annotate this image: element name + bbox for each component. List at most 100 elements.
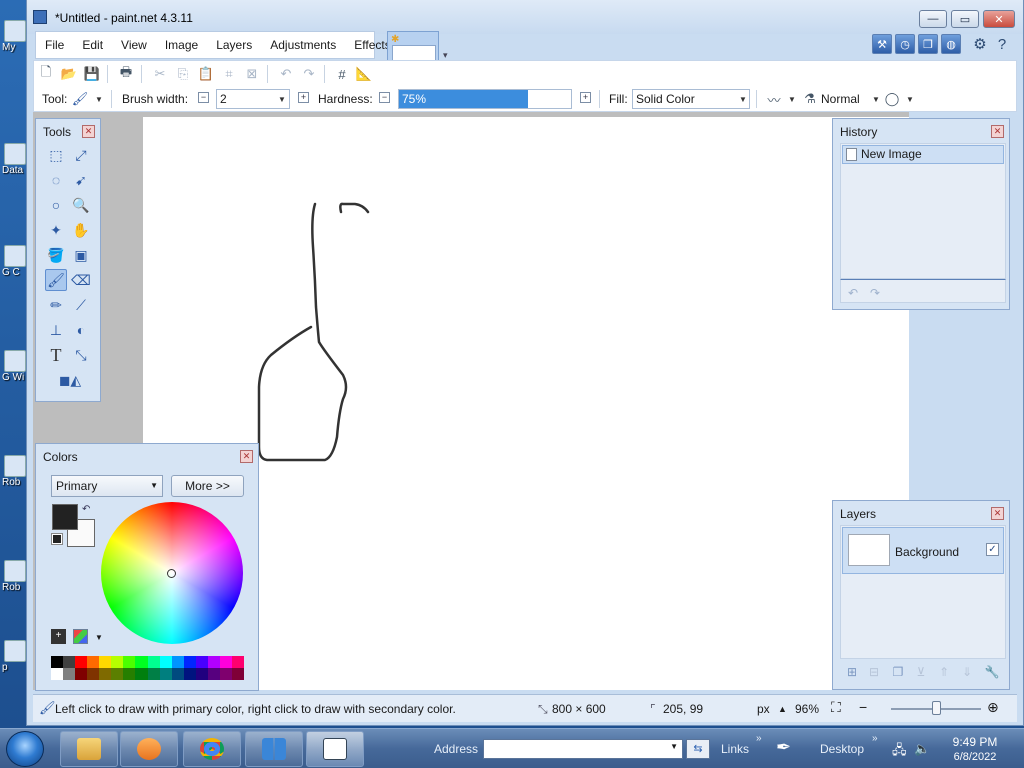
ruler-icon[interactable]: 📐 (354, 64, 374, 84)
units-dropdown-icon[interactable]: ▲ (778, 704, 787, 714)
brush-width-increase[interactable]: + (298, 92, 309, 103)
tool-dropdown-icon[interactable]: ▼ (95, 95, 103, 104)
menu-image[interactable]: Image (156, 32, 207, 58)
palette-swatch[interactable] (147, 668, 160, 680)
menu-file[interactable]: File (36, 32, 73, 58)
menu-adjustments[interactable]: Adjustments (261, 32, 345, 58)
palette-swatch[interactable] (63, 668, 76, 680)
palette-swatch[interactable] (111, 668, 124, 680)
magic-wand-tool-icon[interactable]: ✦ (45, 219, 67, 241)
minimize-button[interactable]: — (919, 10, 947, 28)
move-layer-up-icon[interactable]: ⇑ (936, 664, 952, 680)
links-label[interactable]: Links (721, 742, 749, 756)
menu-layers[interactable]: Layers (207, 32, 261, 58)
desktop-label[interactable]: Desktop (820, 742, 864, 756)
recolor-tool-icon[interactable]: ◐ (70, 319, 92, 341)
pen-tool-icon[interactable]: ✒ (776, 737, 791, 758)
palette-icon[interactable] (73, 629, 88, 644)
taskbar-chrome[interactable] (183, 731, 241, 767)
fill-dropdown-icon[interactable]: ▼ (739, 95, 747, 104)
units-select[interactable]: px (757, 702, 770, 716)
palette-swatch[interactable] (147, 656, 160, 668)
palette-swatch[interactable] (207, 668, 220, 680)
paint-bucket-tool-icon[interactable]: 🪣 (45, 244, 67, 266)
layer-row[interactable]: Background ✓ (842, 527, 1004, 574)
palette-swatch[interactable] (231, 656, 244, 668)
zoom-tool-icon[interactable]: 🔍 (70, 194, 92, 216)
taskbar-explorer[interactable] (60, 731, 118, 767)
eraser-tool-icon[interactable]: ⌫ (70, 269, 92, 291)
add-color-to-palette-icon[interactable]: + (51, 629, 66, 644)
tools-panel-close-icon[interactable]: ✕ (82, 125, 95, 138)
layers-window-icon[interactable]: ❐ (918, 34, 938, 54)
zoom-level[interactable]: 96% (795, 702, 819, 716)
desktop-icon[interactable]: Data (0, 143, 26, 176)
palette-swatch[interactable] (51, 668, 64, 680)
lasso-select-tool-icon[interactable]: ◌ (45, 169, 67, 191)
move-layer-down-icon[interactable]: ⇓ (959, 664, 975, 680)
move-selection-tool-icon[interactable]: ⤢ (70, 144, 92, 166)
new-file-icon[interactable]: 🗋 (36, 64, 56, 84)
menu-view[interactable]: View (112, 32, 156, 58)
history-item[interactable]: New Image (842, 145, 1004, 164)
add-layer-icon[interactable]: ⊞ (844, 664, 860, 680)
print-icon[interactable]: 🖶 (116, 64, 136, 84)
palette-swatch[interactable] (87, 656, 100, 668)
color-mode-select[interactable]: Primary ▼ (51, 475, 163, 497)
color-picker-tool-icon[interactable]: ⟋ (70, 294, 92, 316)
fit-window-icon[interactable]: ⛶ (831, 699, 841, 716)
taskbar-media-player[interactable] (120, 731, 178, 767)
layers-panel-close-icon[interactable]: ✕ (991, 507, 1004, 520)
clock-date[interactable]: 6/8/2022 (945, 751, 1005, 763)
title-bar[interactable]: *Untitled - paint.net 4.3.11 — ▭ ✕ (27, 0, 1023, 34)
cut-icon[interactable]: ✂ (150, 64, 170, 84)
pencil-tool-icon[interactable]: ✏ (45, 294, 67, 316)
brush-width-dropdown-icon[interactable]: ▼ (278, 95, 286, 104)
shapes-tool-icon[interactable]: ◼◭ (53, 369, 87, 391)
undo-icon[interactable]: ↶ (276, 64, 296, 84)
desktop-icon[interactable]: p (0, 640, 26, 673)
swap-colors-icon[interactable]: ↶ (82, 504, 90, 515)
zoom-slider-thumb[interactable] (932, 701, 941, 715)
zoom-in-icon[interactable]: ⊕ (987, 699, 999, 716)
ellipse-select-tool-icon[interactable]: ○ (45, 194, 67, 216)
volume-icon[interactable]: 🔈 (914, 741, 930, 757)
more-colors-button[interactable]: More >> (171, 475, 244, 497)
address-input[interactable]: ▼ (483, 739, 683, 759)
desktop-icon[interactable]: My (0, 20, 26, 53)
help-icon[interactable]: ? (992, 34, 1012, 54)
palette-swatch[interactable] (195, 656, 208, 668)
address-go-button[interactable]: ⇆ (686, 739, 710, 759)
move-selected-tool-icon[interactable]: ➹ (70, 169, 92, 191)
text-tool-icon[interactable]: T (45, 344, 67, 366)
fill-select[interactable]: Solid Color (632, 89, 750, 109)
palette-swatch[interactable] (75, 668, 88, 680)
blend-mode-icon[interactable]: ⚗ (800, 89, 820, 109)
reset-colors-icon[interactable] (51, 533, 63, 545)
hardness-slider[interactable]: 75% (398, 89, 572, 109)
desktop-chevron-icon[interactable]: » (872, 733, 878, 744)
color-wheel-marker[interactable] (167, 569, 176, 578)
desktop-icon[interactable]: Rob (0, 560, 26, 593)
taskbar-windows[interactable] (245, 731, 303, 767)
desktop-icon[interactable]: Rob (0, 455, 26, 488)
palette-swatch[interactable] (219, 668, 232, 680)
duplicate-layer-icon[interactable]: ❐ (890, 664, 906, 680)
palette-swatch[interactable] (99, 668, 112, 680)
antialiasing-icon[interactable]: 〰 (764, 89, 784, 109)
settings-gear-icon[interactable]: ⚙ (970, 34, 990, 54)
app-icon[interactable] (33, 10, 47, 24)
palette-swatch[interactable] (231, 668, 244, 680)
tools-window-icon[interactable]: ⚒ (872, 34, 892, 54)
blend-mode-dropdown-icon[interactable]: ▼ (872, 95, 880, 104)
gradient-tool-icon[interactable]: ▣ (70, 244, 92, 266)
taskbar-paintnet[interactable] (306, 731, 364, 767)
close-button[interactable]: ✕ (983, 10, 1015, 28)
hardness-increase[interactable]: + (580, 92, 591, 103)
links-chevron-icon[interactable]: » (756, 733, 762, 744)
history-panel-close-icon[interactable]: ✕ (991, 125, 1004, 138)
palette-swatch[interactable] (183, 668, 196, 680)
palette-swatch[interactable] (75, 656, 88, 668)
redo-icon[interactable]: ↷ (299, 64, 319, 84)
primary-color-swatch[interactable] (52, 504, 78, 530)
